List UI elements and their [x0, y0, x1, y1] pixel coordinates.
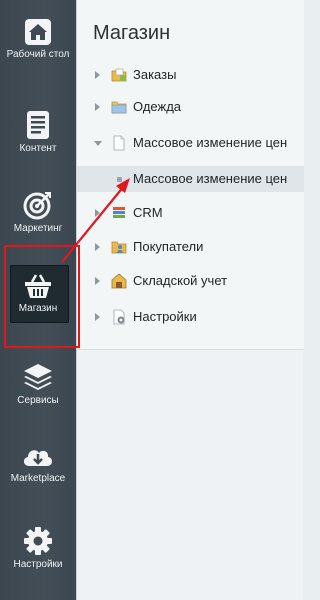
warehouse-icon [111, 273, 127, 289]
nav-label-marketplace: Marketplace [10, 473, 66, 484]
tree-item-label: Складской учет [133, 273, 228, 288]
tree-item-mass-price-change[interactable]: Массовое изменение цен [77, 130, 304, 156]
home-icon [25, 19, 51, 45]
tree-item-label: Покупатели [133, 239, 204, 254]
tree-item-label: CRM [133, 205, 163, 220]
tree-item-label: Одежда [133, 99, 182, 114]
tree-item-customers[interactable]: Покупатели [77, 234, 304, 260]
tree-item-clothing[interactable]: Одежда [77, 94, 304, 120]
orders-folder-icon [111, 68, 127, 82]
nav-item-settings[interactable]: Настройки [0, 526, 76, 571]
target-icon [23, 192, 51, 220]
nav-label-services: Сервисы [17, 395, 59, 406]
expand-arrow-icon[interactable] [95, 243, 100, 251]
tree-item-orders[interactable]: Заказы [77, 62, 304, 88]
settings-page-icon [113, 309, 125, 325]
expand-arrow-icon[interactable] [95, 277, 100, 285]
nav-label-desktop: Рабочий стол [6, 49, 70, 60]
bullet-icon [117, 177, 122, 182]
nav-label-marketing: Маркетинг [13, 223, 63, 234]
nav-item-marketing[interactable]: Маркетинг [0, 190, 76, 235]
users-icon [111, 241, 127, 254]
collapse-arrow-icon[interactable] [94, 141, 102, 146]
folder-icon [111, 101, 127, 114]
tree-item-crm[interactable]: CRM [77, 200, 304, 226]
page-title: Магазин [93, 22, 171, 44]
tree-item-settings[interactable]: Настройки [77, 304, 304, 330]
tree-subitem-mass-price-change[interactable]: Массовое изменение цен [77, 166, 304, 192]
gear-icon [24, 527, 52, 555]
document-icon [27, 111, 49, 139]
cloud-download-icon [23, 450, 52, 466]
expand-arrow-icon[interactable] [95, 103, 100, 111]
layers-icon [24, 364, 52, 390]
expand-arrow-icon[interactable] [95, 71, 100, 79]
nav-item-desktop[interactable]: Рабочий стол [0, 18, 76, 61]
expand-arrow-icon[interactable] [95, 313, 100, 321]
nav-label-content: Контент [19, 143, 57, 154]
tree-item-label: Массовое изменение цен [133, 171, 288, 186]
crm-icon [113, 207, 125, 218]
nav-item-marketplace[interactable]: Marketplace [0, 442, 76, 485]
tree-item-warehouse[interactable]: Складской учет [77, 268, 304, 294]
tree-item-label: Массовое изменение цен [133, 135, 288, 150]
page-icon [113, 135, 125, 151]
highlight-frame [4, 245, 80, 348]
shop-menu-panel: Магазин Заказы Одежда Массовое изменение… [76, 0, 304, 600]
expand-arrow-icon[interactable] [95, 209, 100, 217]
nav-item-content[interactable]: Контент [0, 110, 76, 155]
tree-item-label: Заказы [133, 67, 177, 82]
tree-item-label: Настройки [133, 309, 197, 324]
nav-item-services[interactable]: Сервисы [0, 362, 76, 407]
nav-label-settings: Настройки [13, 559, 63, 570]
